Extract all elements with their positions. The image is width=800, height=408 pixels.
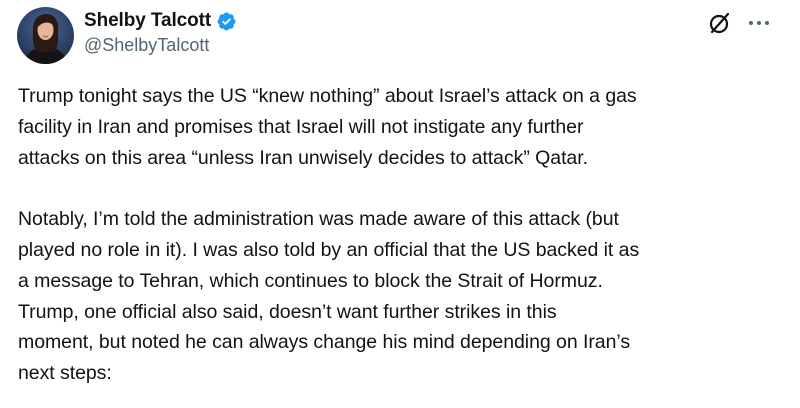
tweet-body: Trump tonight says the US “knew nothing”…: [18, 81, 788, 389]
verified-badge-icon: [216, 11, 237, 32]
more-horizontal-icon[interactable]: [744, 10, 774, 36]
tweet-card: Shelby Talcott @ShelbyTalcott Trump toni…: [0, 0, 800, 408]
author-name-row: Shelby Talcott: [84, 8, 237, 34]
avatar-image: [17, 7, 74, 64]
author-display-name[interactable]: Shelby Talcott: [84, 10, 211, 32]
tweet-paragraph-2: Notably, I’m told the administration was…: [18, 208, 640, 385]
grok-slash-circle-icon[interactable]: [707, 10, 733, 36]
avatar[interactable]: [17, 7, 74, 64]
tweet-paragraph-1: Trump tonight says the US “knew nothing”…: [18, 85, 637, 169]
author-handle[interactable]: @ShelbyTalcott: [84, 35, 209, 56]
